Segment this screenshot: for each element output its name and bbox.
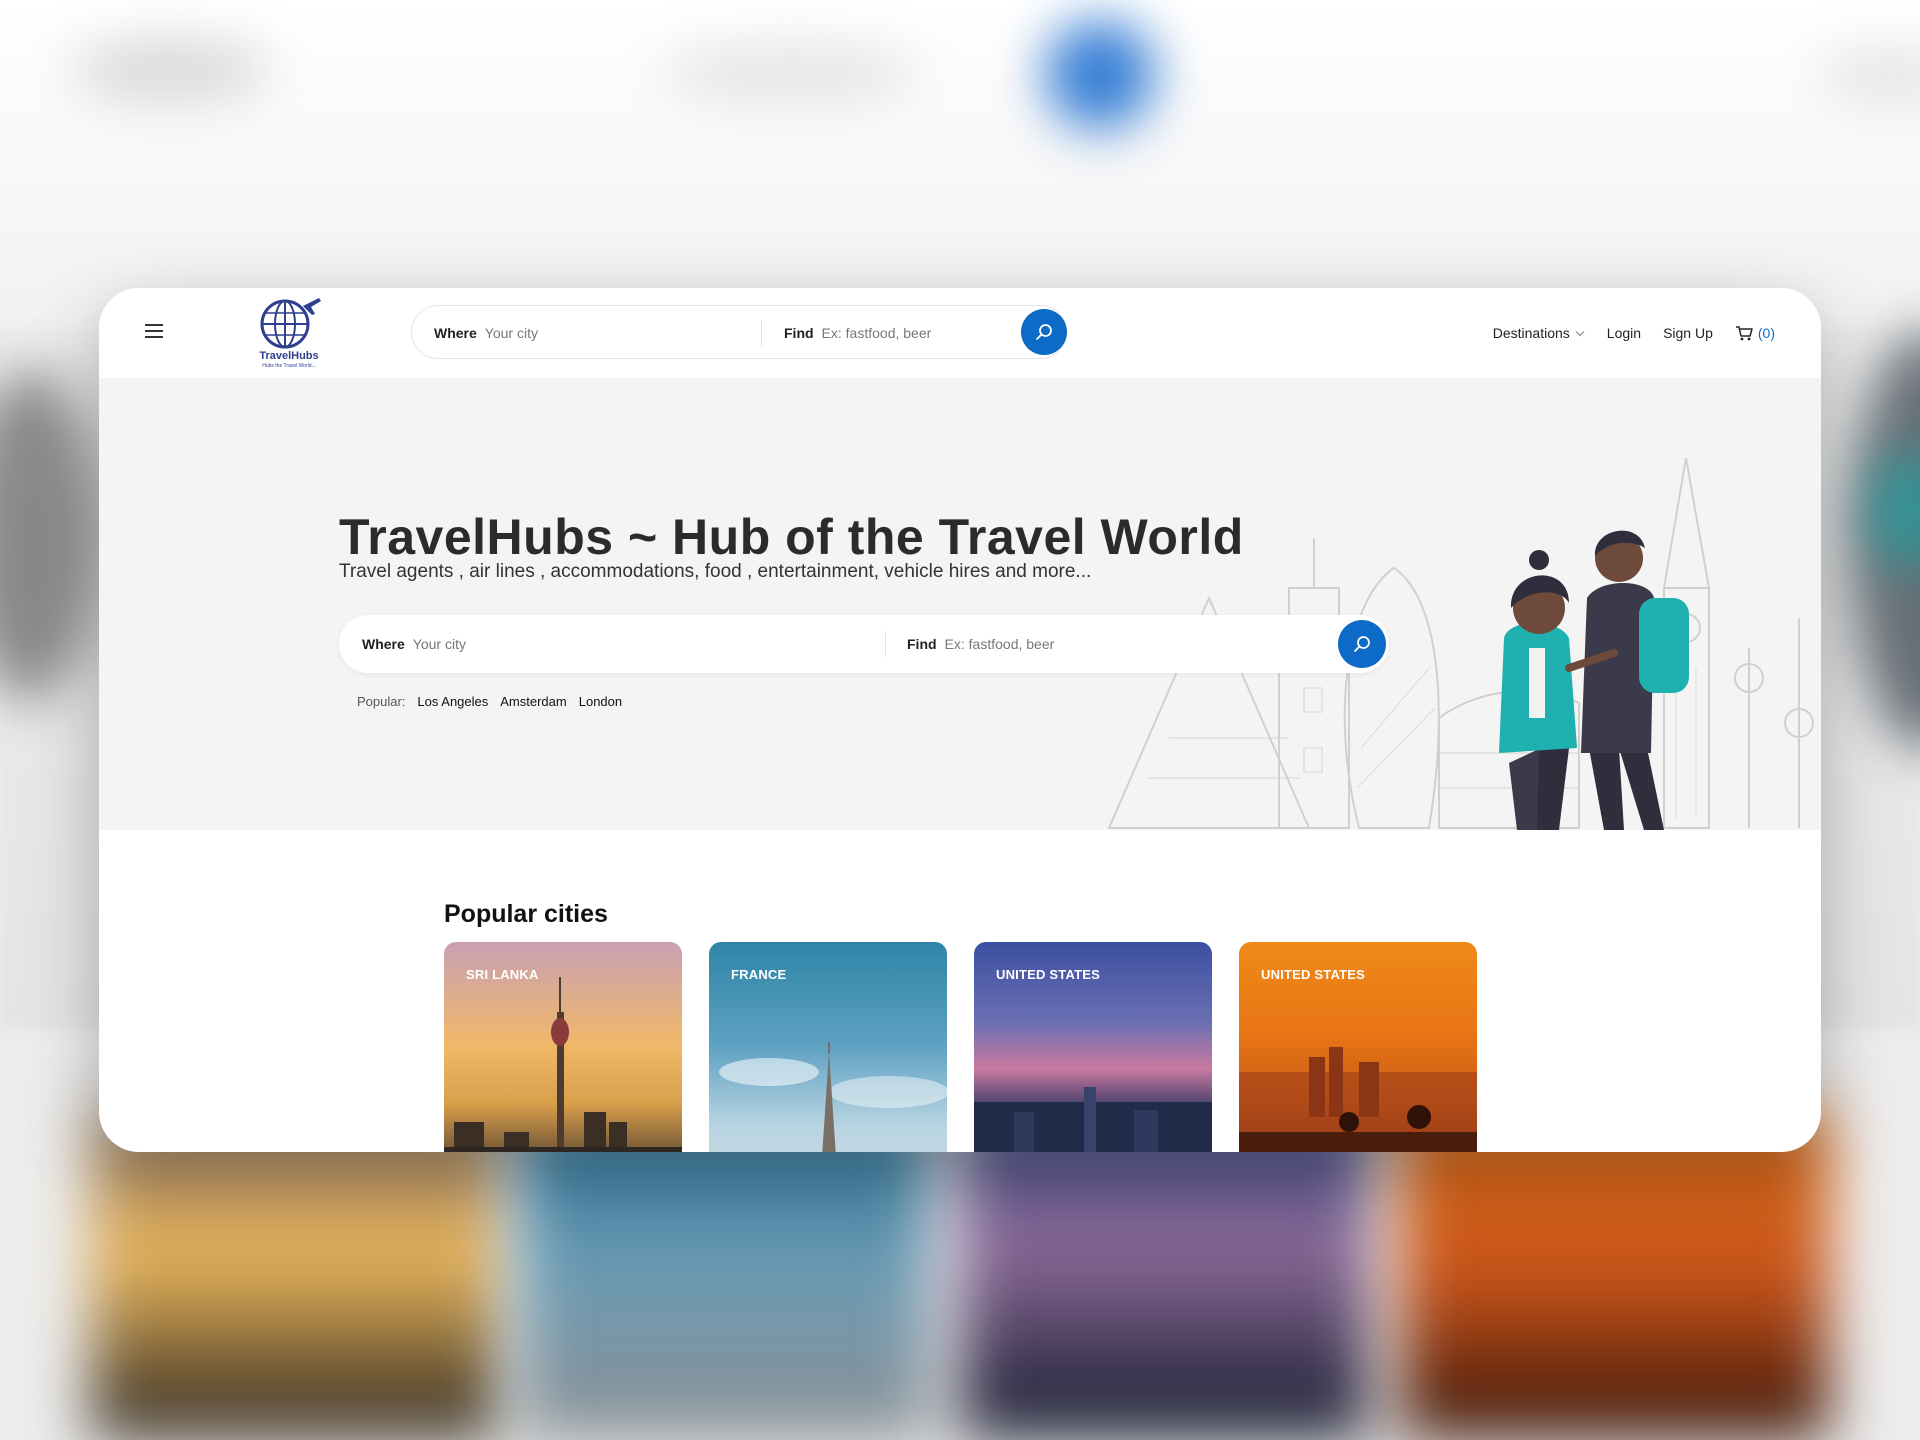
hero-where-label: Where — [362, 636, 405, 652]
hero-find-placeholder: Ex: fastfood, beer — [944, 636, 1055, 652]
cart-count: (0) — [1757, 325, 1775, 341]
nav-find-field[interactable]: Find Ex: fastfood, beer — [784, 306, 984, 360]
logo-text: TravelHubs — [259, 350, 319, 362]
hero-subtitle: Travel agents , air lines , accommodatio… — [339, 561, 1092, 582]
backdrop-top — [0, 0, 1920, 330]
popular-label: Popular: — [357, 694, 406, 709]
browser-window: TravelHubs Hubs the Travel World... Wher… — [99, 288, 1821, 1152]
logo-tagline: Hubs the Travel World... — [262, 363, 316, 369]
backdrop-card-1 — [90, 1110, 500, 1440]
nav-search-button[interactable] — [1021, 309, 1067, 355]
hero-where-placeholder: Your city — [412, 636, 466, 652]
nav-where-label: Where — [434, 325, 477, 341]
hero-find-field[interactable]: Find Ex: fastfood, beer — [907, 615, 1327, 673]
popular-city-link[interactable]: Los Angeles — [417, 694, 488, 709]
nav-search-divider — [761, 320, 762, 346]
globe-logo-icon — [260, 298, 321, 349]
city-card-sri-lanka[interactable]: SRI LANKA — [444, 942, 682, 1152]
destinations-menu[interactable]: Destinations — [1493, 325, 1585, 341]
city-country-label: SRI LANKA — [466, 967, 539, 982]
hero-find-label: Find — [907, 636, 937, 652]
city-card-united-states-1[interactable]: UNITED STATES — [974, 942, 1212, 1152]
nav-where-field[interactable]: Where Your city — [434, 306, 754, 360]
search-icon — [1036, 324, 1052, 340]
destinations-label: Destinations — [1492, 325, 1570, 341]
city-country-label: FRANCE — [731, 967, 787, 982]
hero-search-bar: Where Your city Find Ex: fastfood, beer — [339, 615, 1389, 673]
popular-cities-heading: Popular cities — [444, 900, 608, 928]
signup-link[interactable]: Sign Up — [1663, 325, 1713, 341]
backdrop-blob-button — [1045, 20, 1155, 130]
cart-link[interactable]: (0) — [1735, 325, 1775, 341]
hero-title: TravelHubs ~ Hub of the Travel World — [339, 509, 1244, 565]
popular-city-link[interactable]: London — [579, 694, 622, 709]
hero-search-divider — [885, 631, 886, 657]
backdrop-card-3 — [960, 1110, 1370, 1440]
city-card-united-states-2[interactable]: UNITED STATES — [1239, 942, 1477, 1152]
search-icon — [1354, 636, 1370, 652]
chevron-down-icon — [1575, 330, 1585, 336]
nav-search-bar: Where Your city Find Ex: fastfood, beer — [411, 305, 1067, 359]
popular-searches: Popular: Los Angeles Amsterdam London — [357, 694, 622, 709]
backdrop-blob-search — [660, 45, 920, 100]
popular-city-link[interactable]: Amsterdam — [500, 694, 566, 709]
city-country-label: UNITED STATES — [996, 967, 1100, 982]
nav-find-label: Find — [784, 325, 814, 341]
backdrop-card-4 — [1400, 1110, 1830, 1440]
city-card-france[interactable]: FRANCE — [709, 942, 947, 1152]
nav-find-placeholder: Ex: fastfood, beer — [821, 325, 932, 341]
hero-search-button[interactable] — [1338, 620, 1386, 668]
nav-where-placeholder: Your city — [484, 325, 538, 341]
backdrop-blob-logo — [70, 40, 270, 100]
login-link[interactable]: Login — [1607, 325, 1641, 341]
hero-section: TravelHubs ~ Hub of the Travel World Tra… — [99, 378, 1821, 830]
cart-icon — [1735, 326, 1753, 341]
nav-links: Destinations Login Sign Up (0) — [1493, 288, 1775, 378]
city-country-label: UNITED STATES — [1261, 967, 1365, 982]
backdrop-card-2 — [520, 1110, 930, 1440]
hero-where-field[interactable]: Where Your city — [362, 615, 882, 673]
hamburger-icon[interactable] — [145, 324, 163, 338]
top-navbar: TravelHubs Hubs the Travel World... Wher… — [99, 288, 1821, 378]
brand-logo[interactable]: TravelHubs Hubs the Travel World... — [251, 294, 327, 374]
